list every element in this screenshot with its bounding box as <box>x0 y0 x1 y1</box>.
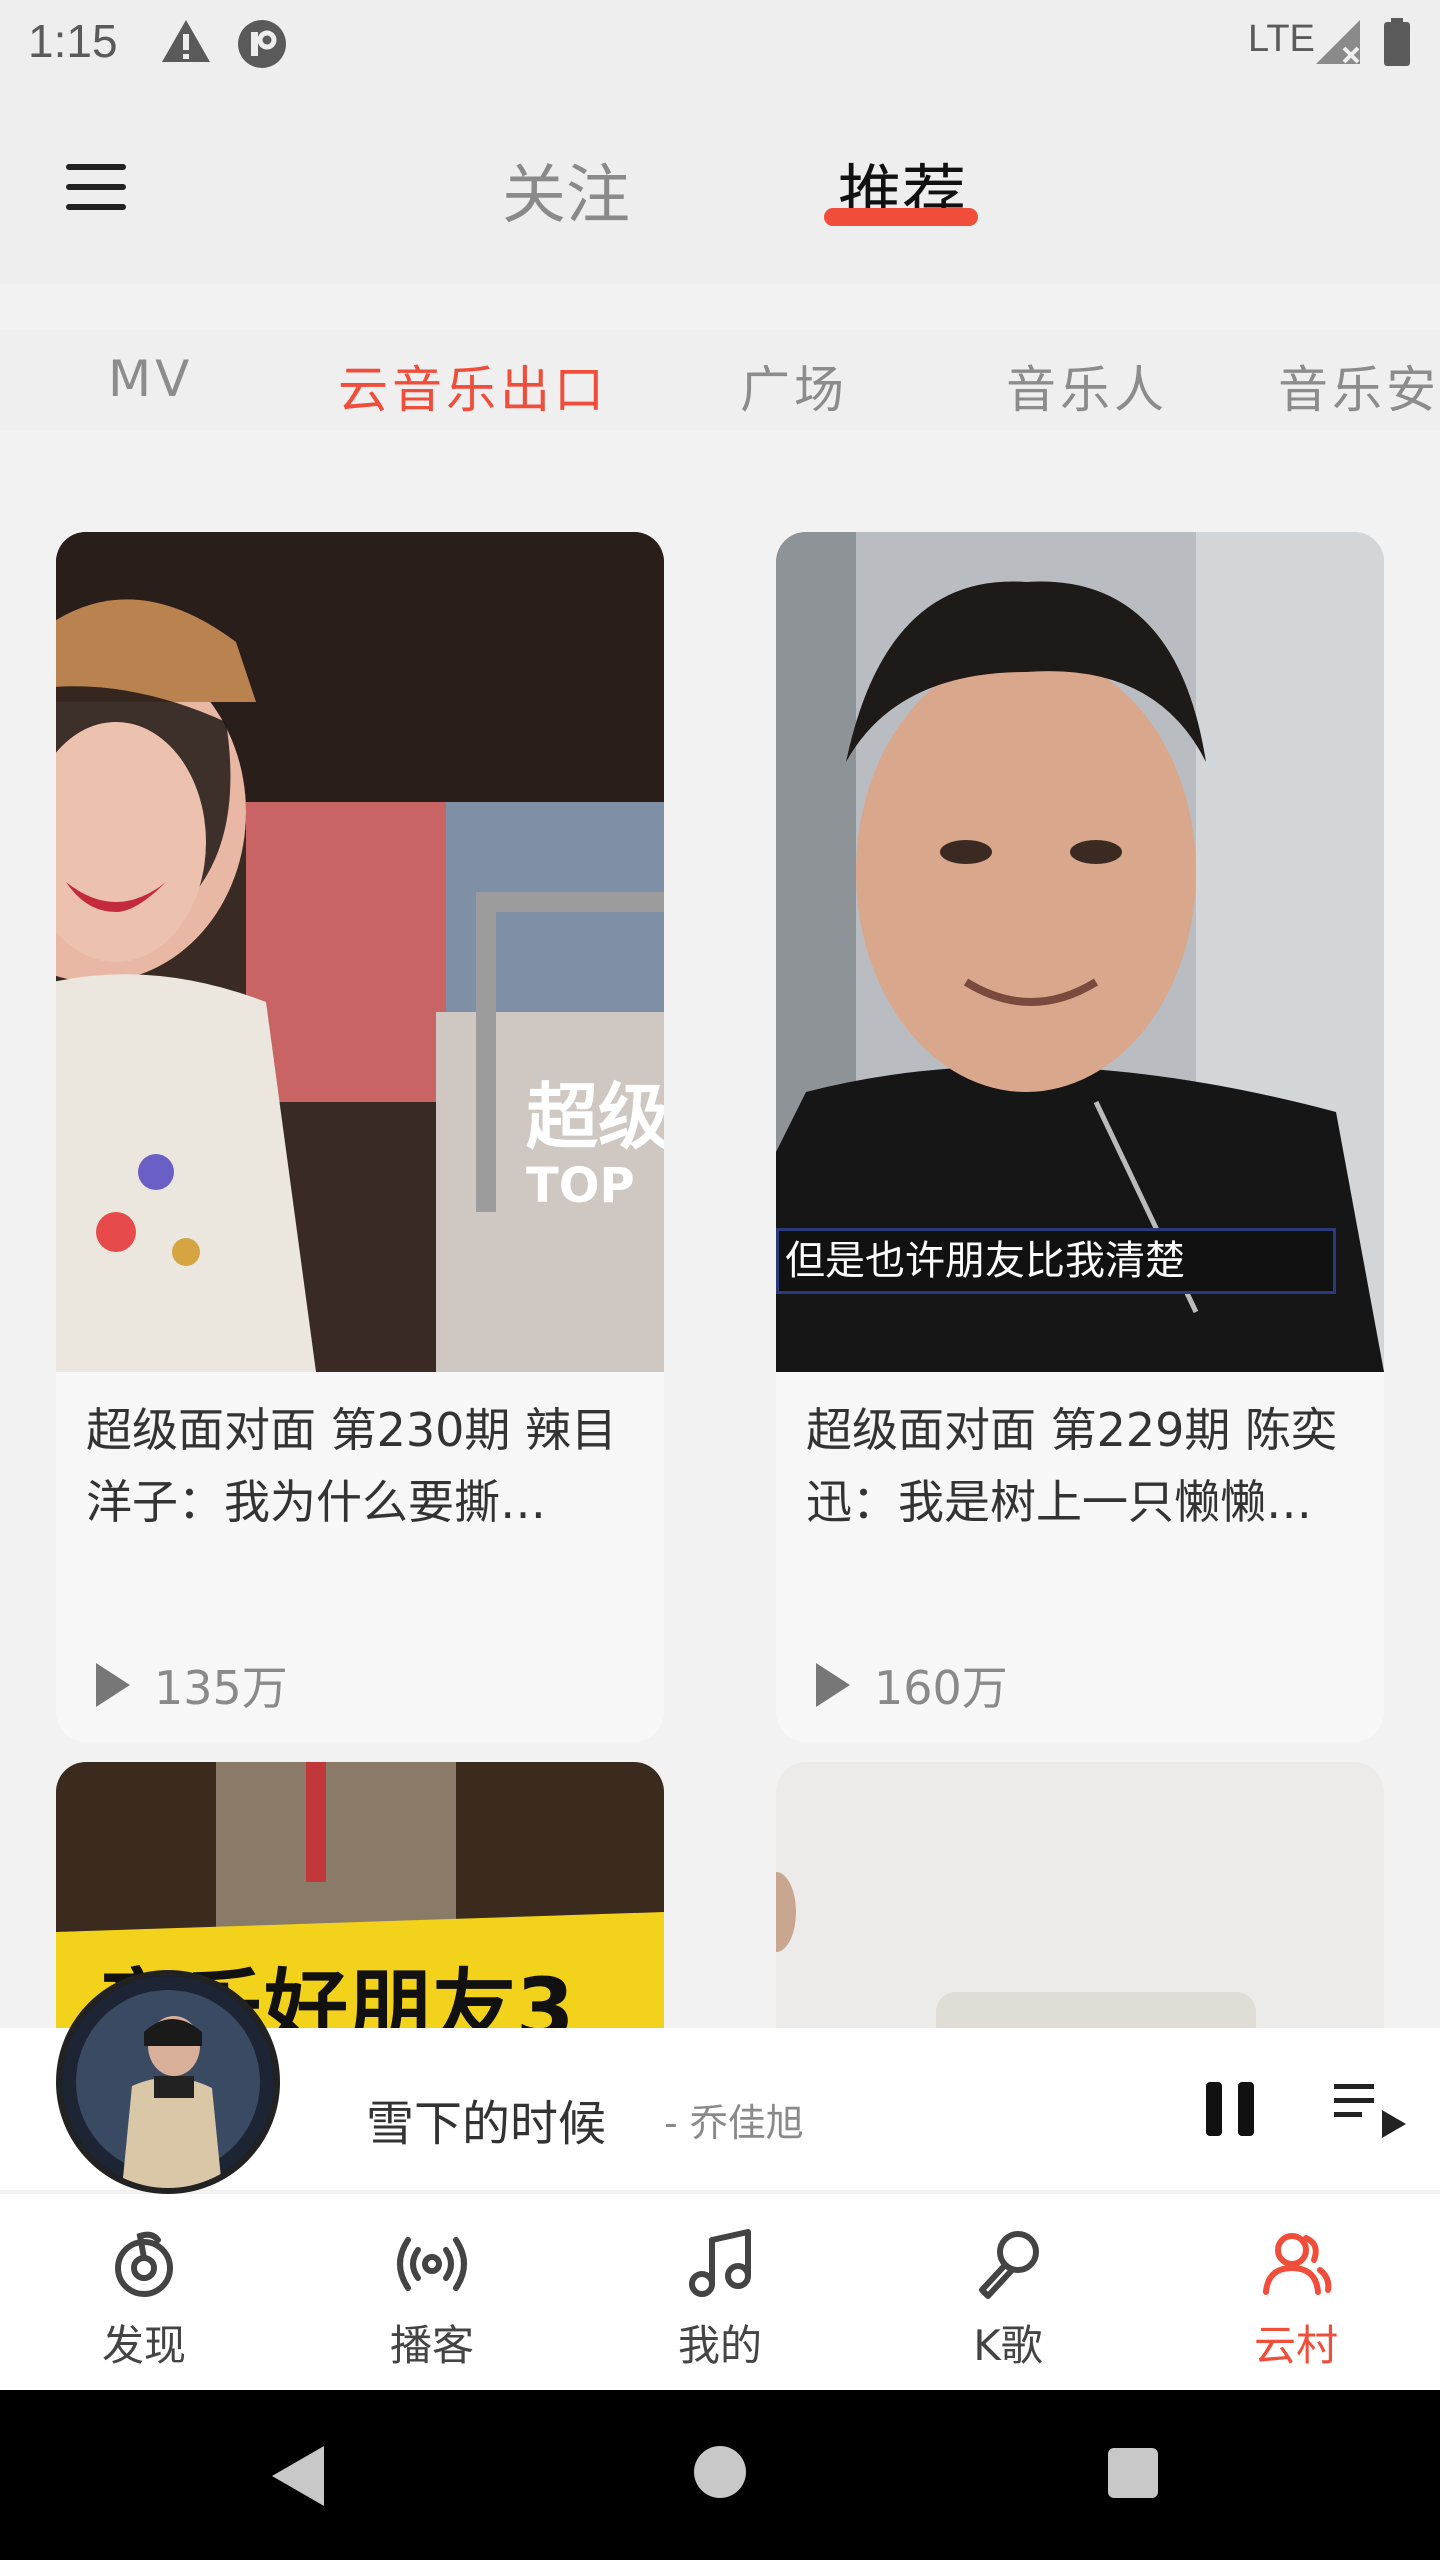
nav-label: 云村 <box>1253 2321 1338 2370</box>
warning-icon <box>162 20 210 62</box>
svg-text:TOP: TOP <box>526 1158 635 1214</box>
video-title: 超级面对面 第230期 辣目洋子：我为什么要撕… <box>86 1403 618 1529</box>
playlist-icon[interactable] <box>1334 2080 1408 2140</box>
play-count-value: 160万 <box>874 1661 1008 1715</box>
nav-item-mine[interactable]: 我的 <box>576 2194 864 2390</box>
category-tab-square[interactable]: 广场 <box>740 350 848 422</box>
bottom-navigation: 发现 播客 我的 K歌 云村 <box>0 2194 1440 2390</box>
album-art-image <box>62 1976 274 2188</box>
netease-logo-icon <box>115 2231 173 2297</box>
play-icon <box>816 1663 850 1707</box>
song-artist: - 乔佳旭 <box>664 2101 804 2145</box>
song-title: 雪下的时候 <box>366 2096 607 2152</box>
nav-label: K歌 <box>973 2321 1043 2370</box>
play-count: 160万 <box>816 1652 1008 1718</box>
nav-item-podcast[interactable]: 播客 <box>288 2194 576 2390</box>
radio-broadcast-icon <box>397 2237 467 2291</box>
people-icon <box>1263 2233 1332 2295</box>
nav-label: 我的 <box>677 2321 762 2370</box>
back-icon[interactable] <box>272 2446 324 2506</box>
tab-follow[interactable]: 关注 <box>502 144 630 236</box>
app-notification-icon <box>238 20 286 68</box>
signal-icon <box>1316 20 1360 64</box>
video-thumbnail[interactable]: 超级 TOP <box>56 532 664 1372</box>
top-header: 关注 推荐 <box>0 84 1440 284</box>
network-type: LTE <box>1248 18 1315 60</box>
microphone-icon <box>979 2231 1039 2299</box>
music-note-icon <box>689 2229 751 2297</box>
nav-item-karaoke[interactable]: K歌 <box>864 2194 1152 2390</box>
nav-label: 发现 <box>101 2321 186 2370</box>
nav-item-community[interactable]: 云村 <box>1152 2194 1440 2390</box>
video-subtitle-caption: 但是也许朋友比我清楚 <box>776 1228 1336 1294</box>
video-thumbnail[interactable] <box>776 1762 1384 2030</box>
battery-icon <box>1384 18 1410 66</box>
video-feed: 超级 TOP 超级面对面 第230期 辣目洋子：我为什么要撕… 135万 但是也… <box>0 470 1440 2030</box>
video-card[interactable]: 超级 TOP 超级面对面 第230期 辣目洋子：我为什么要撕… 135万 <box>56 532 664 1742</box>
category-tab-musician[interactable]: 音乐人 <box>1006 350 1168 422</box>
recent-apps-icon[interactable] <box>1108 2448 1158 2498</box>
album-cover[interactable] <box>56 1970 280 2194</box>
play-count: 135万 <box>96 1652 288 1718</box>
video-card[interactable] <box>776 1762 1384 2030</box>
category-tab-cloud-music-export[interactable]: 云音乐出口 <box>338 350 608 422</box>
active-tab-indicator <box>824 208 978 226</box>
category-tabs: MV 云音乐出口 广场 音乐人 音乐安 <box>0 330 1440 430</box>
status-time: 1:15 <box>28 15 118 67</box>
status-bar: 1:15 LTE <box>0 0 1440 84</box>
nav-label: 播客 <box>389 2321 474 2370</box>
menu-icon[interactable] <box>60 164 132 214</box>
video-title: 超级面对面 第229期 陈奕迅：我是树上一只懒懒… <box>806 1403 1338 1529</box>
nav-item-discover[interactable]: 发现 <box>0 2194 288 2390</box>
home-icon[interactable] <box>694 2446 746 2498</box>
play-icon <box>96 1663 130 1707</box>
category-tab-music-safe[interactable]: 音乐安 <box>1278 350 1440 422</box>
play-count-value: 135万 <box>154 1661 288 1715</box>
category-tab-mv[interactable]: MV <box>108 350 193 408</box>
pause-button[interactable] <box>1206 2082 1256 2136</box>
system-navigation-bar <box>0 2390 1440 2560</box>
svg-text:超级: 超级 <box>526 1075 664 1159</box>
video-card[interactable]: 但是也许朋友比我清楚 超级面对面 第229期 陈奕迅：我是树上一只懒懒… 160… <box>776 532 1384 1742</box>
